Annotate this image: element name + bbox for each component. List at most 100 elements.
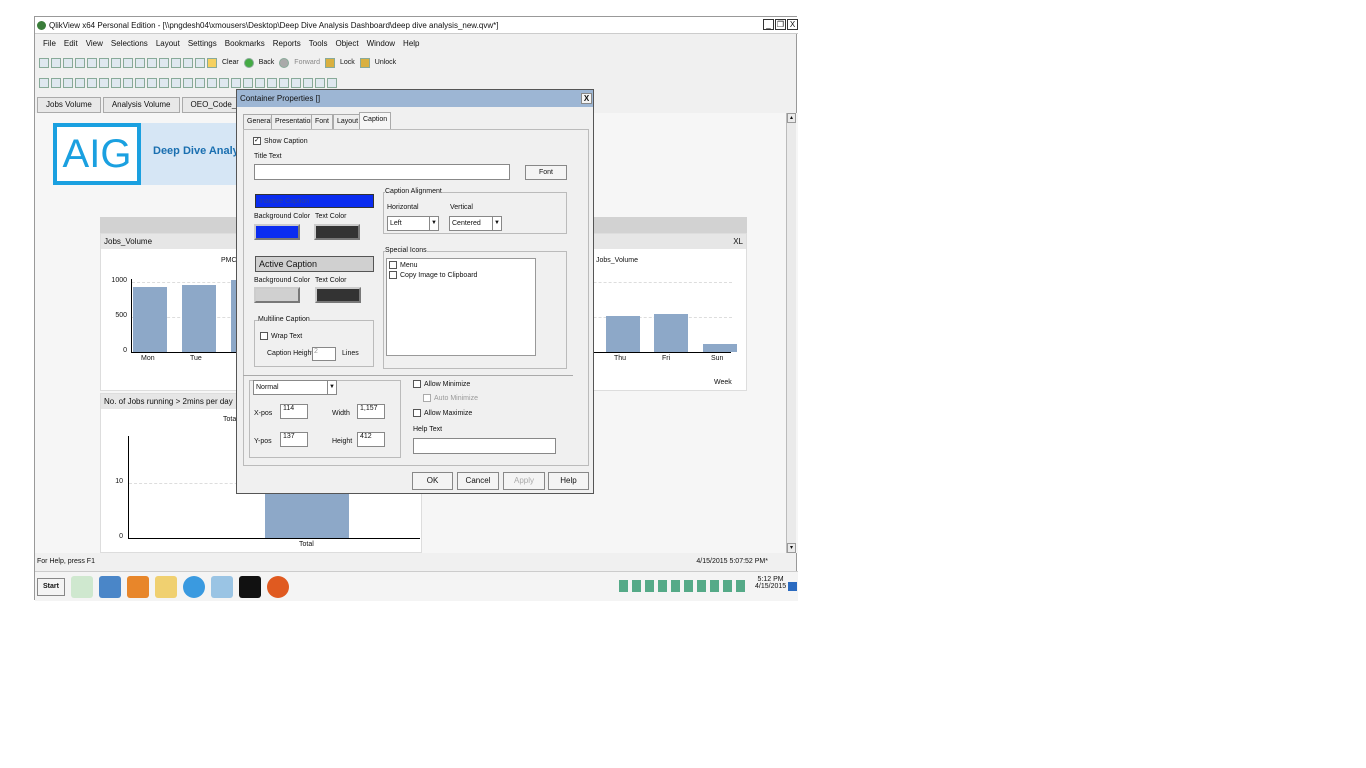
vertical-scrollbar[interactable]: ▴ ▾ — [786, 113, 796, 553]
back-button[interactable]: Back — [256, 59, 278, 66]
firefox-taskbar-icon[interactable] — [267, 576, 289, 598]
search-icon[interactable] — [147, 57, 157, 68]
input-box-icon[interactable] — [147, 77, 157, 88]
special-icons-list[interactable]: Menu Copy Image to Clipboard — [386, 258, 536, 356]
chart-icon[interactable] — [171, 57, 181, 68]
menu-bookmarks[interactable]: Bookmarks — [225, 36, 265, 52]
lock-button[interactable]: Lock — [337, 59, 358, 66]
redo-icon[interactable] — [135, 57, 145, 68]
help-text-input[interactable] — [413, 438, 556, 454]
inactive-text-color-button[interactable] — [314, 224, 360, 240]
new-sheet-icon[interactable] — [39, 77, 49, 88]
menu-layout[interactable]: Layout — [156, 36, 180, 52]
apply-button[interactable]: Apply — [503, 472, 545, 490]
slider-icon[interactable] — [207, 77, 217, 88]
scroll-up-icon[interactable]: ▴ — [787, 113, 796, 123]
height-spinner[interactable]: 412 — [357, 432, 385, 447]
align-left-icon[interactable] — [255, 77, 265, 88]
inactive-bg-color-button[interactable] — [254, 224, 300, 240]
start-button[interactable]: Start — [37, 578, 65, 596]
tab-caption[interactable]: Caption — [359, 112, 392, 130]
run-icon[interactable] — [111, 57, 121, 68]
horizontal-select[interactable]: Left ▼ — [387, 216, 439, 231]
multibox-icon[interactable] — [123, 77, 133, 88]
align-top-icon[interactable] — [291, 77, 301, 88]
star-icon[interactable] — [183, 57, 193, 68]
outlook-taskbar-icon[interactable] — [127, 576, 149, 598]
current-selections-icon[interactable] — [159, 77, 169, 88]
search-object-icon[interactable] — [231, 77, 241, 88]
space-vertical-icon[interactable] — [327, 77, 337, 88]
width-spinner[interactable]: 1,157 — [357, 404, 385, 419]
vertical-select[interactable]: Centered ▼ — [449, 216, 502, 231]
new-icon[interactable] — [39, 57, 49, 68]
container-icon[interactable] — [243, 77, 253, 88]
text-object-icon[interactable] — [183, 77, 193, 88]
tab-font[interactable]: Font — [311, 114, 334, 130]
active-text-color-button[interactable] — [315, 287, 361, 303]
ypos-spinner[interactable]: 137 — [280, 432, 308, 447]
table-box-icon[interactable] — [111, 77, 121, 88]
chart-object-icon[interactable] — [135, 77, 145, 88]
cancel-button[interactable]: Cancel — [457, 472, 499, 490]
system-tray-icons[interactable] — [619, 580, 749, 592]
qlikview-taskbar-icon[interactable] — [71, 576, 93, 598]
tab-layout[interactable]: Layout — [333, 114, 363, 130]
ok-button[interactable]: OK — [412, 472, 453, 490]
ie-taskbar-icon[interactable] — [183, 576, 205, 598]
wrap-text-checkbox[interactable]: Wrap Text — [260, 332, 302, 340]
edit-script-icon[interactable] — [99, 57, 109, 68]
mode-select[interactable]: Normal ▼ — [253, 380, 337, 395]
align-bottom-icon[interactable] — [303, 77, 313, 88]
minimize-button[interactable]: _ — [763, 19, 774, 30]
undo-icon[interactable] — [123, 57, 133, 68]
close-button[interactable]: X — [787, 19, 798, 30]
restore-button[interactable]: ❐ — [775, 19, 786, 30]
menu-tools[interactable]: Tools — [309, 36, 328, 52]
explorer-taskbar-icon[interactable] — [155, 576, 177, 598]
show-caption-checkbox[interactable]: ✓ Show Caption — [253, 137, 308, 145]
menu-reports[interactable]: Reports — [273, 36, 301, 52]
copy-icon[interactable] — [63, 77, 73, 88]
button-object-icon[interactable] — [171, 77, 181, 88]
menu-object[interactable]: Object — [335, 36, 358, 52]
allow-minimize-checkbox[interactable]: Allow Minimize — [413, 380, 470, 388]
menu-edit[interactable]: Edit — [64, 36, 78, 52]
tab-jobs-volume[interactable]: Jobs Volume — [37, 97, 101, 113]
allow-maximize-checkbox[interactable]: Allow Maximize — [413, 409, 472, 417]
menu-window[interactable]: Window — [367, 36, 395, 52]
open-icon[interactable] — [51, 57, 61, 68]
xpos-spinner[interactable]: 114 — [280, 404, 308, 419]
title-text-input[interactable] — [254, 164, 510, 180]
menu-help[interactable]: Help — [403, 36, 419, 52]
properties-icon[interactable] — [75, 77, 85, 88]
forward-button[interactable]: Forward — [291, 59, 323, 66]
menu-selections[interactable]: Selections — [111, 36, 148, 52]
print-icon[interactable] — [87, 57, 97, 68]
save-icon[interactable] — [75, 57, 85, 68]
unlock-button[interactable]: Unlock — [372, 59, 399, 66]
bookmark-object-icon[interactable] — [219, 77, 229, 88]
menu-settings[interactable]: Settings — [188, 36, 217, 52]
auto-minimize-checkbox[interactable]: Auto Minimize — [423, 394, 478, 402]
statistics-box-icon[interactable] — [99, 77, 109, 88]
cmd-taskbar-icon[interactable] — [239, 576, 261, 598]
checkbox-icon[interactable] — [159, 57, 169, 68]
special-icon-copy-image[interactable]: Copy Image to Clipboard — [387, 271, 535, 279]
scroll-down-icon[interactable]: ▾ — [787, 543, 796, 553]
space-horizontal-icon[interactable] — [315, 77, 325, 88]
align-right-icon[interactable] — [279, 77, 289, 88]
sheet-up-icon[interactable] — [51, 77, 61, 88]
line-arrow-icon[interactable] — [195, 77, 205, 88]
show-desktop-button[interactable] — [788, 582, 797, 591]
menu-file[interactable]: File — [43, 36, 56, 52]
menu-view[interactable]: View — [86, 36, 103, 52]
help-icon[interactable] — [195, 57, 205, 68]
tab-analysis-volume[interactable]: Analysis Volume — [102, 97, 180, 113]
reload-icon[interactable] — [63, 57, 73, 68]
special-icon-menu[interactable]: Menu — [387, 259, 535, 271]
font-button[interactable]: Font — [525, 165, 567, 180]
active-bg-color-button[interactable] — [254, 287, 300, 303]
listbox-icon[interactable] — [87, 77, 97, 88]
align-center-icon[interactable] — [267, 77, 277, 88]
